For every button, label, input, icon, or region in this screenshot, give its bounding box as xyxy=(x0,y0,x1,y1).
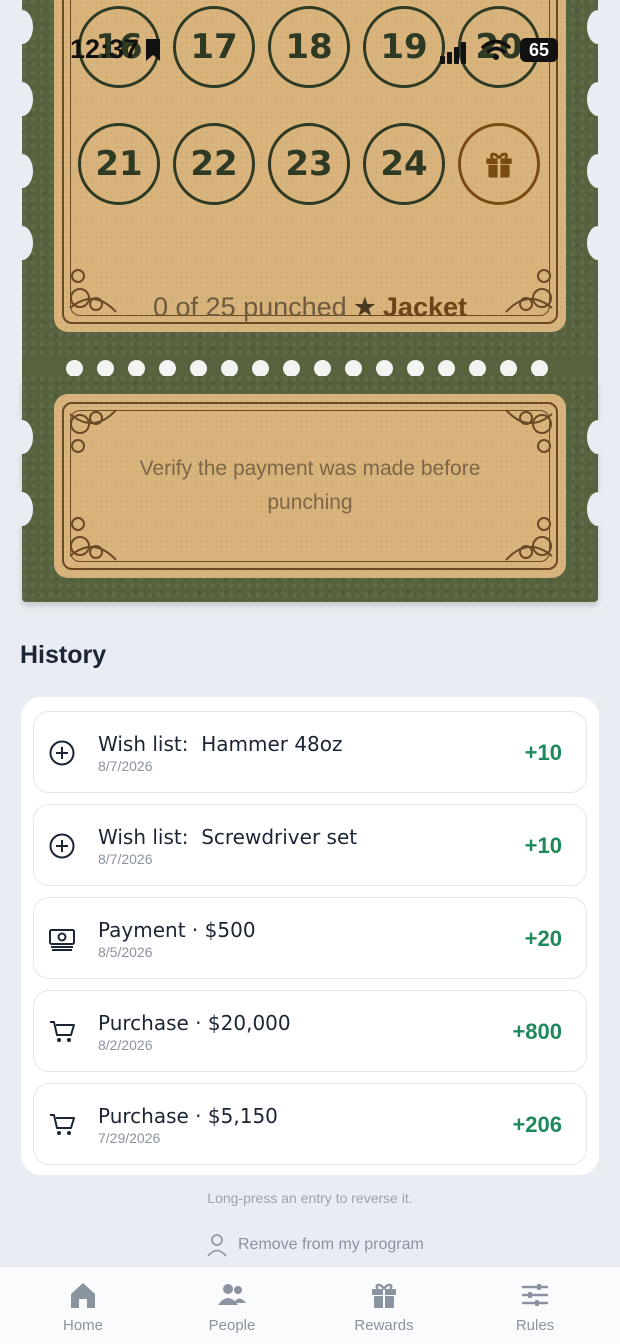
history-entry[interactable]: Wish list: Screwdriver set 8/7/2026 +10 xyxy=(33,804,587,886)
history-title: History xyxy=(20,641,107,669)
status-bar: 12:37 65 xyxy=(70,34,560,74)
history-entry-title: Wish list: Screwdriver set xyxy=(98,825,358,849)
history-entry[interactable]: Purchase · $5,150 7/29/2026 +206 xyxy=(33,1083,587,1165)
cart-icon xyxy=(50,1114,75,1135)
history-entry-points: +10 xyxy=(524,740,562,765)
tab-rules-label: Rules xyxy=(515,1317,555,1334)
tab-rewards-label: Rewards xyxy=(354,1317,414,1334)
tab-home[interactable]: Home xyxy=(28,1279,138,1334)
tab-people[interactable]: People xyxy=(177,1279,287,1334)
history-entry-date: 7/29/2026 xyxy=(98,1130,161,1146)
punch-slot-23[interactable]: 23 xyxy=(268,123,350,205)
home-icon xyxy=(71,1283,95,1308)
people-icon xyxy=(218,1284,246,1305)
bookmark-icon xyxy=(146,39,160,61)
star-icon: ★ xyxy=(352,292,377,322)
punch-slot-22[interactable]: 22 xyxy=(173,123,255,205)
history-entry-date: 8/5/2026 xyxy=(98,944,153,960)
reverse-entry-hint: Long-press an entry to reverse it. xyxy=(207,1190,413,1206)
remove-from-program-button[interactable]: Remove from my program xyxy=(206,1232,424,1258)
history-entry-title: Purchase · $20,000 xyxy=(98,1011,291,1035)
history-entry-points: +20 xyxy=(524,926,562,951)
history-entry-title: Wish list: Hammer 48oz xyxy=(98,732,343,756)
tab-bar: Home People Rewards Rules xyxy=(0,1266,620,1344)
history-entry-points: +10 xyxy=(524,833,562,858)
sliders-icon xyxy=(521,1284,549,1306)
remove-from-program-label: Remove from my program xyxy=(238,1236,424,1253)
history-entry-points: +206 xyxy=(512,1112,562,1137)
signal-icon xyxy=(440,42,466,64)
history-entry[interactable]: Wish list: Hammer 48oz 8/7/2026 +10 xyxy=(33,711,587,793)
gift-icon xyxy=(486,152,512,178)
punch-slot-21[interactable]: 21 xyxy=(78,123,160,205)
history-entry-date: 8/2/2026 xyxy=(98,1037,153,1053)
battery-indicator: 65 xyxy=(520,38,558,62)
gift-icon xyxy=(372,1283,396,1308)
tab-home-label: Home xyxy=(62,1317,103,1334)
history-entry-title: Payment · $500 xyxy=(98,918,256,942)
plus-circle-icon xyxy=(49,740,75,766)
punch-slot-24[interactable]: 24 xyxy=(363,123,445,205)
punch-progress-text: 0 of 25 punched xyxy=(153,292,347,322)
plus-circle-icon xyxy=(49,833,75,859)
history-list: Wish list: Hammer 48oz 8/7/2026 +10 Wish… xyxy=(21,697,599,1175)
history-entry[interactable]: Payment · $500 8/5/2026 +20 xyxy=(33,897,587,979)
wifi-icon xyxy=(481,39,511,60)
tab-rewards[interactable]: Rewards xyxy=(329,1279,439,1334)
punch-card-ticket: 16 17 18 19 20 21 22 23 24 0 of 25 punch… xyxy=(11,0,609,602)
flourish-ornament-icon xyxy=(505,409,553,453)
history-entry-points: +800 xyxy=(512,1019,562,1044)
reward-name: Jacket xyxy=(382,292,467,322)
flourish-ornament-icon xyxy=(505,517,553,561)
history-entry-date: 8/7/2026 xyxy=(98,851,153,867)
tab-rules[interactable]: Rules xyxy=(480,1279,590,1334)
cart-icon xyxy=(50,1021,75,1042)
tab-people-label: People xyxy=(208,1317,256,1334)
punch-progress: 0 of 25 punched ★ Jacket xyxy=(22,292,598,323)
status-time: 12:37 xyxy=(70,34,140,64)
verify-payment-note: Verify the payment was made before punch… xyxy=(139,457,481,514)
person-icon xyxy=(207,1234,227,1257)
history-entry-date: 8/7/2026 xyxy=(98,758,153,774)
history-entry[interactable]: Purchase · $20,000 8/2/2026 +800 xyxy=(33,990,587,1072)
history-entry-title: Purchase · $5,150 xyxy=(98,1104,278,1128)
punch-slot-reward-gift[interactable] xyxy=(458,123,540,205)
cash-icon xyxy=(49,929,75,951)
